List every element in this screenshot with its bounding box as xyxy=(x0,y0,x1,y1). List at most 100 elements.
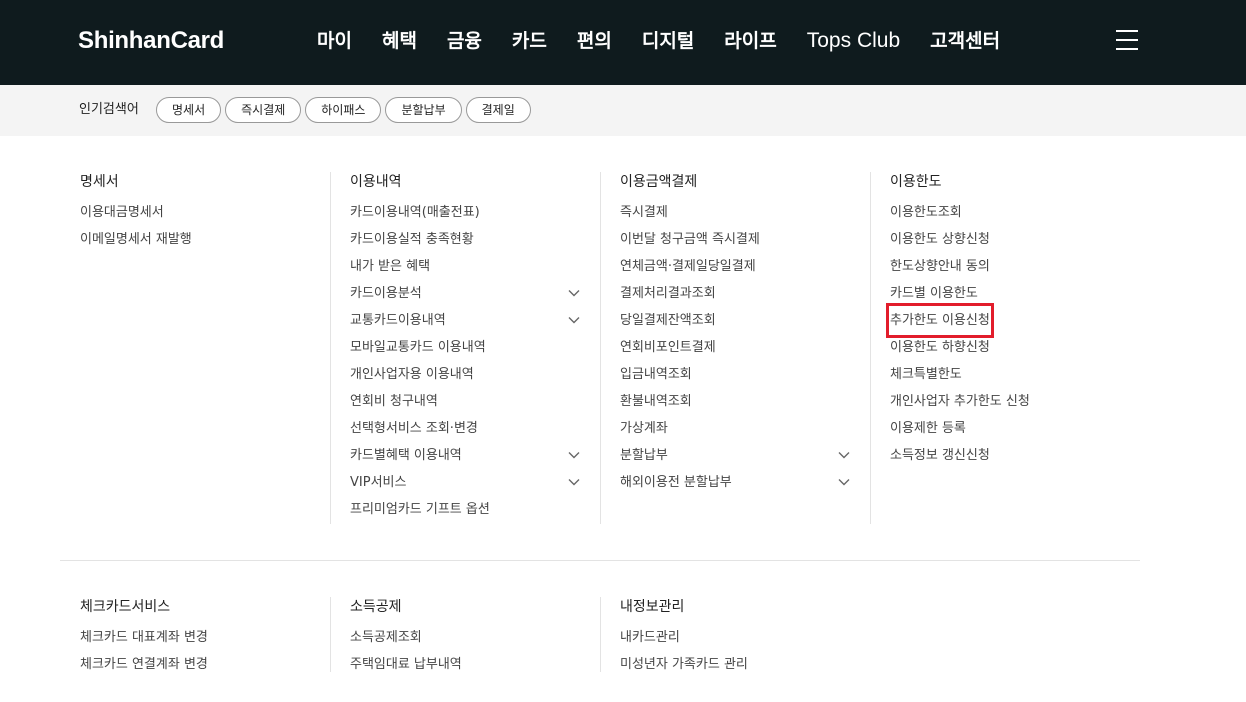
chevron-down-icon[interactable] xyxy=(568,451,580,459)
column-title: 명세서 xyxy=(80,174,119,190)
nav-item-card[interactable]: 카드 xyxy=(512,26,547,56)
nav-item-digital[interactable]: 디지털 xyxy=(642,26,694,56)
menu-link-label: 분할납부 xyxy=(620,448,668,463)
menu-link-label: 해외이용전 분할납부 xyxy=(620,475,732,490)
search-chip[interactable]: 하이패스 xyxy=(305,97,382,123)
menu-link-한도상향안내-동의[interactable]: 한도상향안내 동의 xyxy=(890,253,1140,280)
column-title: 체크카드서비스 xyxy=(80,599,171,615)
menu-link-교통카드이용내역[interactable]: 교통카드이용내역 xyxy=(350,307,600,334)
menu-link-이용한도-하향신청[interactable]: 이용한도 하향신청 xyxy=(890,334,1140,361)
menu-link-이번달-청구금액-즉시결제[interactable]: 이번달 청구금액 즉시결제 xyxy=(620,226,870,253)
menu-link-즉시결제[interactable]: 즉시결제 xyxy=(620,199,870,226)
menu-link-소득공제조회[interactable]: 소득공제조회 xyxy=(350,624,600,651)
menu-link-추가한도-이용신청[interactable]: 추가한도 이용신청 xyxy=(886,303,1140,338)
menu-link-카드이용실적-충족현황[interactable]: 카드이용실적 충족현황 xyxy=(350,226,600,253)
menu-column: 이용금액결제 즉시결제이번달 청구금액 즉시결제연체금액·결제일당일결제결제처리… xyxy=(620,172,870,496)
menu-link-체크카드-대표계좌-변경[interactable]: 체크카드 대표계좌 변경 xyxy=(80,624,330,651)
menu-link-VIP서비스[interactable]: VIP서비스 xyxy=(350,469,600,496)
menu-link-label: 개인사업자용 이용내역 xyxy=(350,367,474,382)
menu-link-개인사업자용-이용내역[interactable]: 개인사업자용 이용내역 xyxy=(350,361,600,388)
column-list: 내카드관리 미성년자 가족카드 관리 xyxy=(620,624,870,678)
menu-link-카드별혜택-이용내역[interactable]: 카드별혜택 이용내역 xyxy=(350,442,600,469)
menu-link-label: 입금내역조회 xyxy=(620,367,692,382)
menu-link-연체금액-결제일당일결제[interactable]: 연체금액·결제일당일결제 xyxy=(620,253,870,280)
menu-link-label: 모바일교통카드 이용내역 xyxy=(350,340,486,355)
menu-link-이용한도-상향신청[interactable]: 이용한도 상향신청 xyxy=(890,226,1140,253)
column-list: 즉시결제이번달 청구금액 즉시결제연체금액·결제일당일결제결제처리결과조회당일결… xyxy=(620,199,870,496)
chevron-down-icon[interactable] xyxy=(568,289,580,297)
menu-link-이용대금명세서[interactable]: 이용대금명세서 xyxy=(80,199,330,226)
menu-link-label: 이번달 청구금액 즉시결제 xyxy=(620,232,760,247)
menu-link-카드이용내역-매출전표[interactable]: 카드이용내역(매출전표) xyxy=(350,199,600,226)
menu-link-label: 가상계좌 xyxy=(620,421,668,436)
menu-link-label: 카드이용실적 충족현황 xyxy=(350,232,474,247)
menu-link-소득정보-갱신신청[interactable]: 소득정보 갱신신청 xyxy=(890,442,1140,469)
menu-link-이메일명세서-재발행[interactable]: 이메일명세서 재발행 xyxy=(80,226,330,253)
menu-link-label: 카드별혜택 이용내역 xyxy=(350,448,462,463)
chevron-down-icon[interactable] xyxy=(568,316,580,324)
nav-item-benefits[interactable]: 혜택 xyxy=(382,26,417,56)
menu-link-체크특별한도[interactable]: 체크특별한도 xyxy=(890,361,1140,388)
menu-link-label: 카드별 이용한도 xyxy=(890,286,978,301)
menu-link-당일결제잔액조회[interactable]: 당일결제잔액조회 xyxy=(620,307,870,334)
menu-link-label: 추가한도 이용신청 xyxy=(886,303,994,338)
menu-link-label: 환불내역조회 xyxy=(620,394,692,409)
menu-link-내가-받은-혜택[interactable]: 내가 받은 혜택 xyxy=(350,253,600,280)
search-chip[interactable]: 분할납부 xyxy=(385,97,462,123)
menu-link-가상계좌[interactable]: 가상계좌 xyxy=(620,415,870,442)
menu-link-label: 이용한도조회 xyxy=(890,205,962,220)
menu-link-label: 결제처리결과조회 xyxy=(620,286,716,301)
menu-link-label: 체크카드 대표계좌 변경 xyxy=(80,630,208,645)
menu-link-입금내역조회[interactable]: 입금내역조회 xyxy=(620,361,870,388)
column-divider xyxy=(870,172,871,524)
nav-item-customer-center[interactable]: 고객센터 xyxy=(930,26,1000,56)
column-list: 카드이용내역(매출전표) 카드이용실적 충족현황내가 받은 혜택카드이용분석 교통카… xyxy=(350,199,600,523)
menu-link-label: 내카드관리 xyxy=(620,630,680,645)
column-title: 소득공제 xyxy=(350,599,402,615)
search-chip[interactable]: 명세서 xyxy=(156,97,222,123)
menu-link-선택형서비스-조회-변경[interactable]: 선택형서비스 조회·변경 xyxy=(350,415,600,442)
menu-link-모바일교통카드-이용내역[interactable]: 모바일교통카드 이용내역 xyxy=(350,334,600,361)
menu-link-이용제한-등록[interactable]: 이용제한 등록 xyxy=(890,415,1140,442)
menu-link-label: 이메일명세서 재발행 xyxy=(80,232,192,247)
menu-link-결제처리결과조회[interactable]: 결제처리결과조회 xyxy=(620,280,870,307)
menu-link-label: 개인사업자 추가한도 신청 xyxy=(890,394,1030,409)
menu-link-label: 이용제한 등록 xyxy=(890,421,966,436)
nav-item-convenience[interactable]: 편의 xyxy=(577,26,612,56)
search-chip[interactable]: 즉시결제 xyxy=(225,97,302,123)
menu-link-label: VIP서비스 xyxy=(350,475,407,490)
menu-link-환불내역조회[interactable]: 환불내역조회 xyxy=(620,388,870,415)
column-divider xyxy=(330,172,331,524)
hamburger-menu-icon[interactable] xyxy=(1116,29,1140,51)
menu-link-내카드관리[interactable]: 내카드관리 xyxy=(620,624,870,651)
nav-item-tops-club[interactable]: Tops Club xyxy=(807,26,900,56)
menu-column: 내정보관리 내카드관리 미성년자 가족카드 관리 xyxy=(620,597,870,678)
search-chip[interactable]: 결제일 xyxy=(465,97,531,123)
menu-link-연회비포인트결제[interactable]: 연회비포인트결제 xyxy=(620,334,870,361)
chevron-down-icon[interactable] xyxy=(568,478,580,486)
nav-item-finance[interactable]: 금융 xyxy=(447,26,482,56)
menu-link-프리미엄카드-기프트-옵션[interactable]: 프리미엄카드 기프트 옵션 xyxy=(350,496,600,523)
chevron-down-icon[interactable] xyxy=(838,478,850,486)
menu-link-label: 당일결제잔액조회 xyxy=(620,313,716,328)
viewport-bottom-fade xyxy=(0,672,1246,702)
menu-link-분할납부[interactable]: 분할납부 xyxy=(620,442,870,469)
column-title: 이용금액결제 xyxy=(620,174,698,190)
shinhancard-logo[interactable]: ShinhanCard xyxy=(78,26,224,56)
chevron-down-icon[interactable] xyxy=(838,451,850,459)
menu-link-카드별-이용한도[interactable]: 카드별 이용한도 xyxy=(890,280,1140,307)
menu-link-해외이용전-분할납부[interactable]: 해외이용전 분할납부 xyxy=(620,469,870,496)
column-divider xyxy=(600,597,601,677)
menu-link-label: 이용한도 하향신청 xyxy=(890,340,990,355)
menu-link-카드이용분석[interactable]: 카드이용분석 xyxy=(350,280,600,307)
menu-link-label: 선택형서비스 조회·변경 xyxy=(350,421,478,436)
menu-link-개인사업자-추가한도-신청[interactable]: 개인사업자 추가한도 신청 xyxy=(890,388,1140,415)
column-divider xyxy=(330,597,331,677)
menu-link-이용한도조회[interactable]: 이용한도조회 xyxy=(890,199,1140,226)
nav-item-life[interactable]: 라이프 xyxy=(724,26,776,56)
menu-link-연회비-청구내역[interactable]: 연회비 청구내역 xyxy=(350,388,600,415)
menu-link-label: 내가 받은 혜택 xyxy=(350,259,431,274)
nav-item-my[interactable]: 마이 xyxy=(317,26,352,56)
column-list: 소득공제조회 주택임대료 납부내역 xyxy=(350,624,600,678)
column-title: 이용한도 xyxy=(890,174,942,190)
